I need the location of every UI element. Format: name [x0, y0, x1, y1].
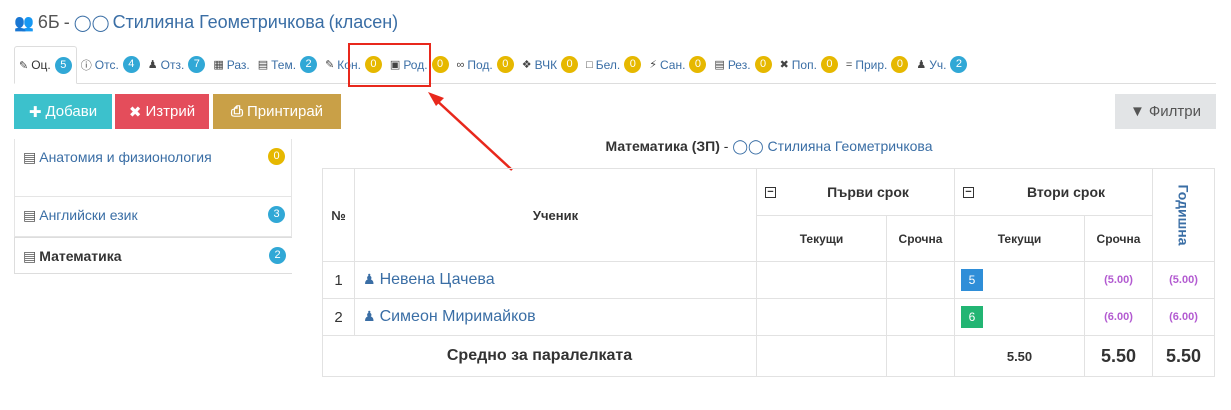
tab-students[interactable]: ♟ Уч. 2 — [912, 46, 971, 83]
delete-button[interactable]: ✖ Изтрий — [115, 94, 209, 129]
tab-count: 0 — [891, 56, 909, 73]
annotation-arrow — [428, 92, 513, 171]
filter-icon: ▼ — [1130, 103, 1145, 120]
col-t2-term: Срочна — [1084, 215, 1153, 262]
teacher-role: (класен) — [328, 12, 399, 32]
edit-icon: ✎ — [325, 59, 335, 71]
student-name[interactable]: Невена Цачева — [380, 271, 495, 288]
tab-count: 0 — [496, 56, 514, 73]
tab-grades[interactable]: ✎ Оц. 5 — [14, 46, 77, 84]
avg-year: 5.50 — [1151, 335, 1216, 377]
tab-count: 0 — [624, 56, 642, 73]
info-icon: ⓘ — [80, 59, 92, 72]
close-icon: ✖ — [128, 103, 142, 121]
tab-count: 0 — [561, 56, 579, 73]
tab-count: 4 — [122, 56, 140, 73]
glasses-icon: ◯◯ — [732, 138, 764, 154]
table-icon: ▦ — [213, 59, 224, 71]
grades-title: Математика (ЗП) - ◯◯ Стилияна Геометричк… — [605, 138, 933, 154]
footer-label: Средно за паралелката — [322, 335, 757, 377]
tab-additions[interactable]: = Прир. 0 — [842, 46, 912, 83]
print-button[interactable]: ⎙ Принтирай — [213, 94, 341, 129]
student-icon: ♟ — [916, 59, 927, 71]
col-student: Ученик — [354, 168, 757, 262]
tab-sanctions[interactable]: ⚡ Сан. 0 — [645, 46, 710, 83]
tab-count: 0 — [364, 56, 382, 73]
tab-absences[interactable]: ⓘ Отс. 4 — [77, 46, 144, 83]
grades-table: № Ученик − Първи срок − Втори срок Годишна… — [322, 168, 1216, 377]
tab-tests[interactable]: ✎ Кон. 0 — [321, 46, 386, 83]
class-name: 6Б — [37, 12, 60, 32]
doc-icon: ▤ — [714, 59, 725, 71]
student-icon: ♟ — [363, 271, 376, 287]
avg-term: 5.50 — [1084, 335, 1153, 377]
book-icon: ▤ — [23, 149, 37, 165]
tab-notes[interactable]: □ Бел. 0 — [582, 46, 645, 83]
tab-count: 0 — [689, 56, 707, 73]
class-icon: 👥 — [14, 14, 34, 32]
tab-count: 0 — [820, 56, 838, 73]
collapse-icon[interactable]: − — [963, 187, 974, 198]
table-row: 1 ♟ Невена Цачева 5 (5.00) (5.00) — [322, 261, 1216, 299]
book-icon: ▤ — [23, 207, 37, 223]
tab-count: 5 — [54, 56, 72, 74]
pencil-icon: ✎ — [19, 59, 29, 72]
tab-bar: ✎ Оц. 5 ⓘ Отс. 4 ♟ Отз. 7 ▦ Раз. ▤ Тем. 2 ✎ Кон. 0 … — [14, 46, 1216, 84]
subject-count: 0 — [268, 148, 285, 165]
tab-schedule[interactable]: ▦ Раз. — [209, 46, 253, 83]
student-icon: ♟ — [363, 308, 376, 324]
tab-count: 0 — [754, 56, 772, 73]
col-year: Годишна — [1151, 168, 1216, 262]
grade-badge[interactable]: 5 — [961, 269, 983, 291]
table-footer: Средно за паралелката 5.50 5.50 5.50 — [322, 335, 1216, 377]
equals-icon: = — [845, 58, 853, 71]
subject-item[interactable]: ▤ Анатомия и физионология 0 — [14, 139, 292, 197]
plus-icon: ✚ — [28, 103, 42, 121]
book-icon: ▤ — [23, 248, 37, 264]
bolt-icon: ⚡ — [649, 59, 657, 71]
tab-count: 0 — [431, 56, 449, 73]
add-button[interactable]: ✚ Добави — [14, 94, 112, 129]
col-t1-current: Текущи — [756, 215, 887, 262]
subject-count: 2 — [269, 247, 286, 264]
tab-topics[interactable]: ▤ Тем. 2 — [254, 46, 321, 83]
col-num: № — [322, 168, 355, 262]
subject-item-active[interactable]: ▤ Математика 2 — [14, 237, 292, 274]
page-header: 👥 6Б - ◯◯ Стилияна Геометричкова (класен… — [14, 12, 399, 33]
tab-corrections[interactable]: ✖ Поп. 0 — [776, 46, 842, 83]
collapse-icon[interactable]: − — [765, 187, 776, 198]
glasses-icon: ◯◯ — [73, 14, 110, 32]
tab-count: 2 — [300, 56, 318, 73]
note-icon: □ — [586, 58, 593, 71]
col-term1[interactable]: − Първи срок — [756, 168, 955, 216]
list-icon: ▤ — [257, 59, 269, 71]
col-term2[interactable]: − Втори срок — [954, 168, 1153, 216]
filter-button[interactable]: ▼ Филтри — [1115, 94, 1216, 129]
tab-count: 2 — [950, 56, 968, 73]
col-t1-term: Срочна — [886, 215, 955, 262]
users-icon: ♟ — [147, 59, 158, 71]
teacher-name[interactable]: Стилияна Геометричкова — [113, 12, 325, 33]
subject-count: 3 — [268, 206, 285, 223]
tab-vchk[interactable]: ❖ ВЧК 0 — [518, 46, 582, 83]
avg-current: 5.50 — [954, 335, 1085, 377]
subject-item[interactable]: ▤ Английски език 3 — [14, 197, 292, 237]
handshake-icon: ∞ — [456, 58, 465, 71]
tab-feedback[interactable]: ♟ Отз. 7 — [144, 46, 210, 83]
student-name[interactable]: Симеон Миримайков — [380, 308, 536, 325]
table-row: 2 ♟ Симеон Миримайков 6 (6.00) (6.00) — [322, 298, 1216, 336]
col-t2-current: Текущи — [954, 215, 1085, 262]
subject-list: ▤ Анатомия и физионология 0 ▤ Английски ези… — [14, 139, 292, 274]
tab-support[interactable]: ∞ Под. 0 — [453, 46, 518, 83]
grades-teacher[interactable]: Стилияна Геометричкова — [768, 138, 933, 154]
calendar-icon: ▣ — [389, 59, 401, 71]
tab-parents[interactable]: ▣ Род. 0 — [386, 46, 453, 83]
grade-badge[interactable]: 6 — [961, 306, 983, 328]
tab-results[interactable]: ▤ Рез. 0 — [710, 46, 775, 83]
handshake-icon: ❖ — [521, 59, 532, 71]
tools-icon: ✖ — [779, 59, 789, 71]
printer-icon: ⎙ — [230, 103, 243, 120]
tab-count: 7 — [188, 56, 206, 73]
